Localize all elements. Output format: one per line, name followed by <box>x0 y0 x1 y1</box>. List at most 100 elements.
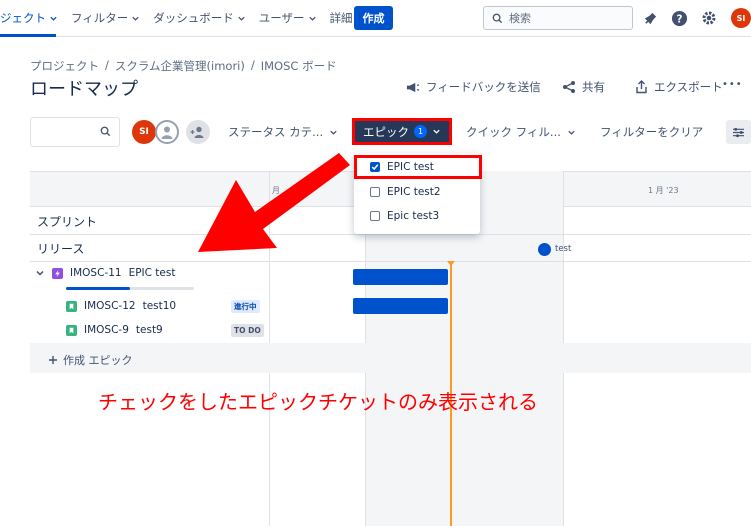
issue-key: IMOSC-9 <box>84 324 129 336</box>
nav-filters[interactable]: フィルター <box>71 10 140 26</box>
svg-text:?: ? <box>676 13 682 25</box>
issue-summary: test9 <box>135 324 163 336</box>
month-label: 1 月 '23 <box>648 186 679 195</box>
plus-icon <box>49 356 57 364</box>
epic-option[interactable]: Epic test3 <box>354 204 480 228</box>
sliders-icon <box>733 127 744 137</box>
checkbox-icon[interactable] <box>370 211 380 221</box>
share-button[interactable]: 共有 <box>562 79 605 95</box>
more-actions-button[interactable]: ••• <box>722 79 743 90</box>
breadcrumb-projects[interactable]: プロジェクト <box>30 58 99 74</box>
epic-option-label: EPIC test <box>387 161 434 173</box>
nav-dashboards[interactable]: ダッシュボード <box>153 10 246 26</box>
release-marker-label: test <box>555 244 572 254</box>
quick-filter-dropdown[interactable]: クイック フィル... <box>466 124 576 140</box>
assignee-avatar-si[interactable]: SI <box>132 120 156 144</box>
row-divider <box>30 234 751 235</box>
person-icon <box>161 126 173 139</box>
create-epic-button[interactable]: 作成 エピック <box>48 352 133 368</box>
epic-row[interactable]: IMOSC-11 EPIC test <box>30 267 175 279</box>
create-epic-label: 作成 エピック <box>63 354 133 367</box>
epic-timeline-bar[interactable] <box>353 269 448 285</box>
share-label: 共有 <box>582 80 605 94</box>
month-label: 月 <box>272 186 280 195</box>
add-person-icon <box>190 126 204 138</box>
breadcrumb-board[interactable]: IMOSC ボード <box>261 58 337 74</box>
epic-filter-count-badge: 1 <box>414 125 427 138</box>
clear-filters-label: フィルターをクリア <box>600 125 704 139</box>
add-epic-row <box>30 343 751 373</box>
epic-progress-bar <box>66 287 194 290</box>
chevron-down-icon <box>238 16 245 21</box>
epic-filter-button[interactable]: エピック 1 <box>352 118 452 145</box>
breadcrumb-separator: / <box>105 58 109 72</box>
user-avatar[interactable]: SI <box>731 8 751 28</box>
feedback-button[interactable]: フィードバックを送信 <box>405 79 541 95</box>
epic-progress-fill <box>66 287 130 290</box>
nav-people-label: ユーザー <box>258 11 305 25</box>
help-icon[interactable]: ? <box>669 8 689 28</box>
chevron-down-icon <box>308 16 316 21</box>
release-row-label: リリース <box>37 242 85 256</box>
epic-summary: EPIC test <box>128 267 176 279</box>
add-people-button[interactable] <box>186 120 210 144</box>
issue-row[interactable]: IMOSC-9 test9 <box>66 324 163 336</box>
status-category-label: ステータス カテ... <box>228 125 324 139</box>
roadmap-search-input[interactable] <box>30 117 120 147</box>
nav-dashboards-label: ダッシュボード <box>153 11 234 25</box>
chevron-down-icon[interactable] <box>35 268 45 278</box>
create-button[interactable]: 作成 <box>354 6 393 30</box>
share-icon <box>563 81 575 93</box>
row-divider <box>30 261 751 262</box>
nav-projects-label: ジェクト <box>0 11 46 25</box>
export-icon <box>636 80 647 94</box>
view-settings-button[interactable] <box>726 120 751 144</box>
nav-projects[interactable]: ジェクト <box>0 10 58 26</box>
checkbox-icon[interactable] <box>370 187 380 197</box>
checkbox-checked-icon[interactable] <box>370 162 380 172</box>
feedback-label: フィードバックを送信 <box>426 80 541 94</box>
issue-timeline-bar[interactable] <box>353 298 448 314</box>
nav-filters-label: フィルター <box>71 11 129 25</box>
export-label: エクスポート <box>654 80 723 94</box>
status-category-filter[interactable]: ステータス カテ... <box>228 124 338 140</box>
epic-type-icon <box>52 267 63 279</box>
issue-summary: test10 <box>142 300 177 312</box>
story-icon <box>66 324 77 336</box>
search-icon <box>492 13 503 23</box>
issue-row[interactable]: IMOSC-12 test10 <box>66 300 176 312</box>
epic-option[interactable]: EPIC test2 <box>354 180 480 204</box>
status-badge: TO DO <box>231 324 264 337</box>
issue-key: IMOSC-12 <box>84 300 136 312</box>
nav-more-label: 詳細 <box>329 11 353 25</box>
chevron-down-icon <box>433 129 440 134</box>
epic-option-label: EPIC test2 <box>387 186 441 198</box>
story-icon <box>66 300 77 312</box>
page-title: ロードマップ <box>30 79 138 100</box>
nav-people[interactable]: ユーザー <box>259 10 317 26</box>
notifications-icon[interactable] <box>640 8 660 28</box>
search-icon <box>100 126 111 137</box>
annotation-text: チェックをしたエピックチケットのみ表示される <box>98 390 538 414</box>
search-placeholder: 検索 <box>509 12 531 25</box>
megaphone-icon <box>406 82 420 92</box>
unassigned-avatar[interactable] <box>155 120 179 144</box>
chevron-down-icon <box>132 16 139 21</box>
release-marker[interactable] <box>538 243 551 256</box>
epic-option-label: Epic test3 <box>387 210 440 222</box>
export-button[interactable]: エクスポート <box>635 79 723 95</box>
epic-filter-label: エピック <box>363 124 409 139</box>
settings-gear-icon[interactable] <box>699 8 719 28</box>
clear-filters-button[interactable]: フィルターをクリア <box>600 124 703 140</box>
epic-filter-dropdown: EPIC test EPIC test2 Epic test3 <box>354 153 482 234</box>
chevron-down-icon <box>50 16 57 21</box>
breadcrumb-separator: / <box>250 58 255 72</box>
global-search-input[interactable]: 検索 <box>483 6 633 30</box>
breadcrumb-project[interactable]: スクラム企業管理(imori) <box>115 58 245 74</box>
quick-filter-label: クイック フィル... <box>466 125 561 139</box>
chevron-down-icon <box>330 130 337 135</box>
sprint-row-label: スプリント <box>37 215 98 229</box>
epic-option[interactable]: EPIC test <box>354 155 482 179</box>
breadcrumb: プロジェクト / スクラム企業管理(imori) / IMOSC ボード <box>30 58 337 74</box>
epic-key: IMOSC-11 <box>70 267 122 279</box>
